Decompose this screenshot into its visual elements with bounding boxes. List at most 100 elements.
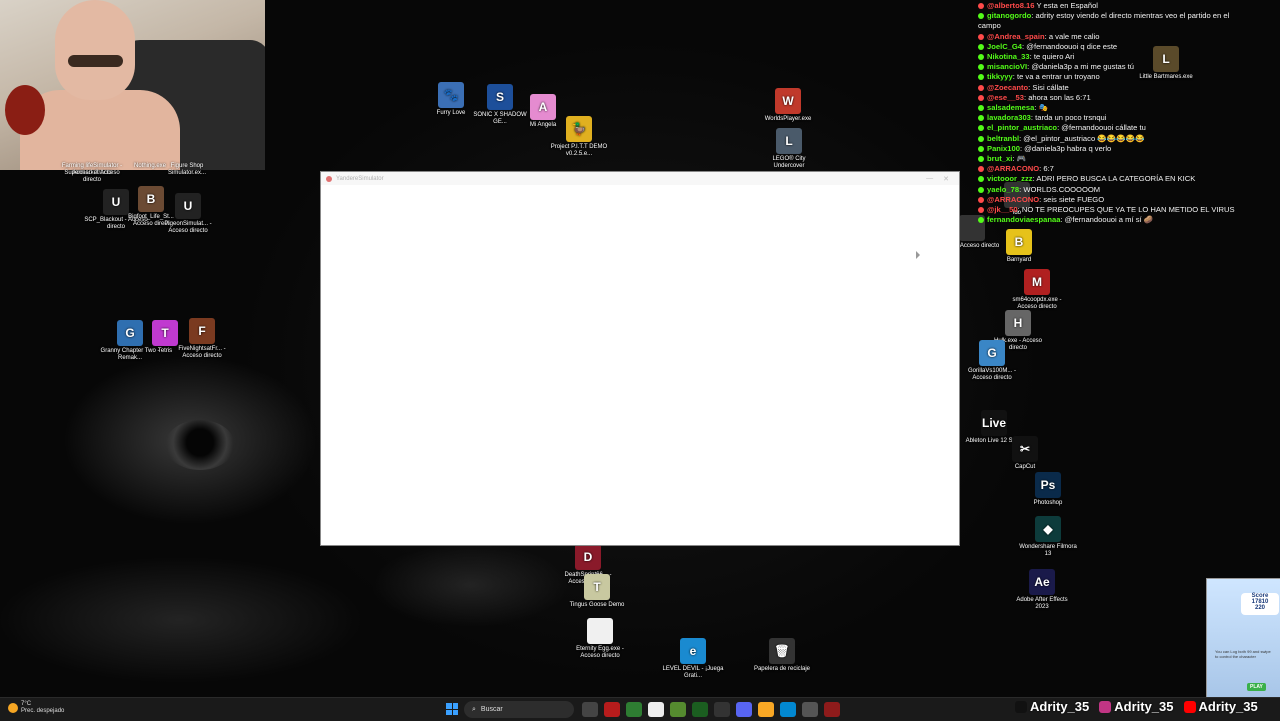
chat-badge-icon — [978, 196, 984, 203]
minimize-button[interactable]: — — [926, 175, 933, 183]
app-shortcut-icon: ✂ — [1012, 436, 1038, 462]
app-shortcut-icon: S — [487, 84, 513, 110]
chat-message: @Zoecanto: Sisi cállate — [978, 83, 1278, 93]
desktop-icon-label: Supermarket Acceso directo — [64, 170, 120, 183]
folder-icon[interactable] — [758, 702, 774, 717]
social-platform-icon — [1015, 700, 1027, 713]
desktop-icon[interactable]: 🦆 Project P.I.T.T DEMO v0.2.5.e... — [547, 116, 611, 158]
social-handle-text: Adrity_35 — [1030, 699, 1090, 714]
app-icon — [326, 175, 332, 182]
chat-message: brut_xi: 🎮 — [978, 154, 1278, 164]
windows-start-icon[interactable] — [446, 703, 458, 715]
desktop-icon[interactable]: ◆ Wondershare Filmora 13 — [1016, 516, 1080, 558]
play-button[interactable]: PLAY — [1247, 683, 1266, 691]
desktop-icon[interactable]: U PigeonSimulat... - Acceso directo — [156, 193, 220, 235]
desktop-icon[interactable]: L LEGO® City Undercover — [757, 128, 821, 170]
chat-username: el_pintor_austriaco — [987, 123, 1058, 133]
chat-text: : seis siete FUEGO — [1039, 194, 1105, 204]
chat-message: gitanogordo: adrity estoy viendo el dire… — [978, 11, 1278, 21]
chat-badge-icon — [978, 176, 984, 183]
social-handle: Adrity_35 — [1099, 699, 1174, 714]
desktop-icon[interactable]: Figure Shop Simulator.ex... — [155, 163, 219, 177]
desktop-icon-label: Photoshop — [1033, 500, 1063, 506]
chat-text: : 🎭 — [1034, 103, 1048, 113]
score-panel: Score 17810 220 — [1241, 593, 1279, 615]
chat-username: lavadora303 — [987, 113, 1031, 123]
app-window[interactable]: YandereSimulator — ✕ — [320, 171, 960, 546]
chat-text: : 🎮 — [1012, 154, 1027, 164]
desktop-icon[interactable]: Eternity Egg.exe - Acceso directo — [568, 618, 632, 660]
chat-text: : tarda un poco trsnqui — [1030, 113, 1107, 123]
desktop-icon[interactable]: e LEVEL DEVIL - ¡Juega Grati... — [661, 638, 725, 680]
xbox-icon[interactable] — [670, 702, 686, 717]
desktop-icon[interactable]: G GorillaVs100M... - Acceso directo — [960, 340, 1024, 382]
desktop-icon-label: PigeonSimulat... - Acceso directo — [164, 221, 212, 234]
opera-icon[interactable] — [604, 702, 620, 717]
chat-message: el_pintor_austriaco: @fernandoouoi cálla… — [978, 123, 1278, 133]
chat-username: victooor_zzz — [987, 174, 1033, 184]
close-button[interactable]: ✕ — [943, 175, 949, 183]
chat-badge-icon — [978, 217, 984, 224]
desktop-icon[interactable]: Ae Adobe After Effects 2023 — [1010, 569, 1074, 611]
chat-username: @jk__50 — [987, 205, 1018, 215]
weather-desc: Prec. despejado — [21, 708, 65, 714]
desktop-icon[interactable]: 🗑 Papelera de reciclaje — [750, 638, 814, 673]
chat-message: Panix100: @daniela3p habra q verlo — [978, 144, 1278, 154]
desktop-icon[interactable]: Supermarket Acceso directo — [60, 170, 124, 184]
social-handle: Adrity_35 — [1183, 699, 1258, 714]
chat-username: Panix100 — [987, 143, 1020, 153]
chat-badge-icon — [978, 3, 984, 9]
taskbar-search[interactable]: ⌕ Buscar — [464, 701, 574, 718]
desktop-icon[interactable]: ✂ CapCut — [993, 436, 1057, 471]
social-platform-icon — [1099, 700, 1112, 713]
window-titlebar[interactable]: YandereSimulator — ✕ — [321, 172, 959, 185]
desktop-icon[interactable]: T Tingus Goose Demo — [565, 574, 629, 609]
chat-text: : 6:7 — [1039, 164, 1054, 174]
settings-icon[interactable] — [802, 702, 818, 717]
app-shortcut-icon: 🐾 — [438, 82, 464, 108]
desktop-icon[interactable]: Msm64coopdx.exe - Acceso directo — [1005, 269, 1069, 311]
desktop-icon-label: Eternity Egg.exe - Acceso directo — [576, 646, 624, 659]
chat-message: beltranbl: @el_pintor_austriaco 😂😂😂😂😂 — [978, 134, 1278, 144]
edge-icon[interactable] — [780, 702, 796, 717]
chat-text: Y esta en Español — [1034, 1, 1098, 10]
chat-badge-icon — [978, 207, 984, 214]
desktop-icon[interactable]: W WorldsPlayer.exe — [756, 88, 820, 123]
chat-text: : ADRI PERO BUSCA LA CATEGORÍA EN KICK — [1032, 174, 1196, 184]
app-shortcut-icon: ◆ — [1035, 516, 1061, 542]
chat-text: : ahora son las 6:71 — [1023, 92, 1091, 102]
chat-text: campo — [978, 21, 1001, 31]
chat-message: victooor_zzz: ADRI PERO BUSCA LA CATEGOR… — [978, 174, 1278, 184]
app-shortcut-icon: F — [189, 318, 215, 344]
chat-message: @ese__53: ahora son las 6:71 — [978, 93, 1278, 103]
chat-badge-icon — [978, 156, 984, 163]
task-view-icon[interactable] — [582, 702, 598, 717]
game-thumbnail[interactable]: Score 17810 220 You can Log both 99 and … — [1206, 578, 1280, 698]
app-shortcut-icon — [587, 618, 613, 644]
discord-icon[interactable] — [736, 702, 752, 717]
chat-message: salsademesa: 🎭 — [978, 103, 1278, 113]
app-green-icon[interactable] — [692, 702, 708, 717]
file-icon[interactable] — [648, 702, 664, 717]
yandere-taskbar-icon[interactable] — [824, 702, 840, 717]
weather-widget[interactable]: 7°C Prec. despejado — [8, 701, 64, 715]
desktop-icon-label: WorldsPlayer.exe — [764, 116, 812, 122]
chat-username: beltranbl — [987, 133, 1020, 143]
chat-message: JoelC_G4: @fernandoouoi q dice este — [978, 42, 1278, 52]
chat-username: fernandoviaespanaa — [987, 215, 1061, 225]
chat-username: @Andrea_spain — [987, 31, 1045, 41]
chat-message: @jk__50: NO TE PREOCUPES QUE YA TE LO HA… — [978, 205, 1278, 215]
desktop-icon[interactable]: Ps Photoshop — [1016, 472, 1080, 507]
chat-badge-icon — [978, 186, 984, 193]
desktop-icon[interactable]: F FiveNightsatFr... - Acceso directo — [170, 318, 234, 360]
desktop-icon-label: Papelera de reciclaje — [753, 666, 811, 672]
chat-badge-icon — [978, 64, 984, 71]
chrome-icon[interactable] — [626, 702, 642, 717]
chat-username: gitanogordo — [987, 11, 1032, 21]
chat-message: @Andrea_spain: a vale me calio — [978, 32, 1278, 42]
desktop-icon-label: CapCut — [1014, 464, 1036, 470]
webcam-mic — [5, 85, 45, 135]
capcut-taskbar-icon[interactable] — [714, 702, 730, 717]
weather-temp: 7°C — [21, 701, 32, 707]
desktop-icon-label: Project P.I.T.T DEMO v0.2.5.e... — [550, 144, 608, 157]
